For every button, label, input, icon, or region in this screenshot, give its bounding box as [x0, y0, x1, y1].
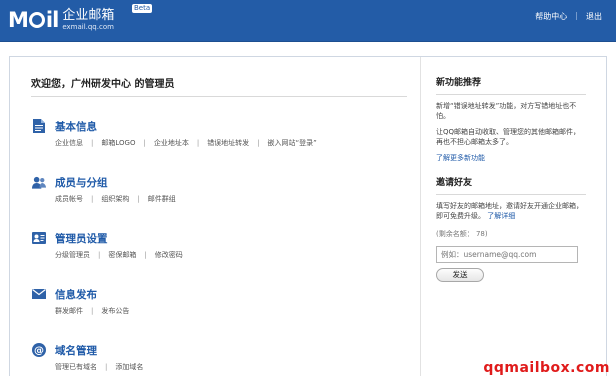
link-mass-mail[interactable]: 群发邮件: [55, 307, 83, 315]
section-head: 成员与分组: [31, 174, 407, 190]
link-embed-login[interactable]: 嵌入网站“登录”: [268, 139, 317, 147]
link-announcement[interactable]: 发布公告: [101, 307, 129, 315]
more-features-link[interactable]: 了解更多新功能: [436, 153, 586, 163]
divider: |: [91, 307, 94, 315]
link-security-email[interactable]: 密保邮箱: [108, 251, 136, 259]
main-panel: 欢迎您，广州研发中心 的管理员 基本信息 企业信息 | 邮箱LOGO | 企业地址本 | 错…: [31, 75, 407, 371]
section-title[interactable]: 基本信息: [55, 119, 97, 134]
section-head: @ 域名管理: [31, 342, 407, 358]
link-change-password[interactable]: 修改密码: [155, 251, 183, 259]
divider: |: [91, 195, 94, 203]
section-publish: 信息发布 群发邮件 | 发布公告: [31, 286, 407, 316]
logo-cn: 企业邮箱: [62, 7, 115, 23]
section-links: 成员帐号 | 组织架构 | 邮件群组: [55, 194, 407, 204]
new-features-box: 新功能推荐 新增“错误地址转发”功能，对方写错地址也不怕。 让QQ邮箱自动收取、…: [436, 75, 586, 163]
link-manage-domains[interactable]: 管理已有域名: [55, 363, 97, 371]
link-mail-groups[interactable]: 邮件群组: [148, 195, 176, 203]
link-address-book[interactable]: 企业地址本: [154, 139, 189, 147]
new-features-title: 新功能推荐: [436, 75, 586, 95]
feature-text-1: 新增“错误地址转发”功能，对方写错地址也不怕。: [436, 102, 577, 120]
section-links: 管理已有域名 | 添加域名: [55, 362, 407, 372]
link-org-structure[interactable]: 组织架构: [101, 195, 129, 203]
side-panel: 新功能推荐 新增“错误地址转发”功能，对方写错地址也不怕。 让QQ邮箱自动收取、…: [420, 57, 607, 376]
remaining-quota: (剩余名额： 78): [436, 230, 488, 238]
link-sub-admins[interactable]: 分级管理员: [55, 251, 90, 259]
document-icon: [32, 119, 46, 133]
help-center-link[interactable]: 帮助中心: [535, 11, 567, 22]
separator: |: [575, 11, 578, 20]
divider: |: [98, 251, 101, 259]
watermark: qqmailbox.com: [483, 360, 610, 376]
invite-email-input[interactable]: [436, 246, 578, 263]
top-header: Mil 企业邮箱 exmail.qq.com Beta 帮助中心 | 退出: [0, 0, 616, 42]
section-head: 基本信息: [31, 118, 407, 134]
welcome-title: 欢迎您，广州研发中心 的管理员: [31, 75, 407, 97]
divider: |: [143, 139, 146, 147]
logo-text: 企业邮箱 exmail.qq.com: [62, 7, 115, 32]
send-button[interactable]: 发送: [436, 268, 484, 282]
logout-link[interactable]: 退出: [586, 11, 602, 22]
invite-friends-box: 邀请好友 填写好友的邮箱地址，邀请好友开通企业邮箱，即可免费升级。 了解详细 (…: [436, 175, 586, 282]
divider: |: [144, 251, 147, 259]
svg-text:@: @: [34, 345, 44, 356]
section-links: 分级管理员 | 密保邮箱 | 修改密码: [55, 250, 407, 260]
at-sign-icon: @: [32, 343, 46, 357]
envelope-icon: [32, 287, 46, 301]
beta-badge: Beta: [132, 4, 153, 13]
section-head: 信息发布: [31, 286, 407, 302]
link-member-accounts[interactable]: 成员帐号: [55, 195, 83, 203]
invite-title: 邀请好友: [436, 175, 586, 195]
divider: |: [196, 139, 200, 147]
divider: |: [105, 363, 108, 371]
divider: |: [137, 195, 140, 203]
link-add-domain[interactable]: 添加域名: [115, 363, 143, 371]
divider: |: [257, 139, 260, 147]
invite-desc: 填写好友的邮箱地址，邀请好友开通企业邮箱，即可免费升级。 了解详细: [436, 201, 586, 221]
section-admin-settings: 管理员设置 分级管理员 | 密保邮箱 | 修改密码: [31, 230, 407, 260]
section-members: 成员与分组 成员帐号 | 组织架构 | 邮件群组: [31, 174, 407, 204]
section-domains: @ 域名管理 管理已有域名 | 添加域名: [31, 342, 407, 372]
id-card-icon: [32, 231, 46, 245]
section-title[interactable]: 信息发布: [55, 287, 97, 302]
section-links: 群发邮件 | 发布公告: [55, 306, 407, 316]
logo[interactable]: Mil 企业邮箱 exmail.qq.com: [8, 5, 114, 35]
logo-mark: Mil: [8, 7, 59, 32]
feature-text-2: 让QQ邮箱自动收取、管理您的其他邮箱邮件，再也不担心邮箱太多了。: [436, 128, 581, 146]
link-company-info[interactable]: 企业信息: [55, 139, 83, 147]
users-icon: [32, 175, 46, 189]
invite-detail-link[interactable]: 了解详细: [487, 212, 515, 220]
link-mailbox-logo[interactable]: 邮箱LOGO: [101, 139, 135, 147]
top-links: 帮助中心 | 退出: [535, 11, 602, 22]
section-title[interactable]: 成员与分组: [55, 175, 108, 190]
section-title[interactable]: 域名管理: [55, 343, 97, 358]
section-links: 企业信息 | 邮箱LOGO | 企业地址本 | 错误地址转发 | 嵌入网站“登录”: [55, 138, 407, 148]
section-title[interactable]: 管理员设置: [55, 231, 108, 246]
divider: |: [91, 139, 94, 147]
logo-domain: exmail.qq.com: [62, 22, 114, 31]
section-basic-info: 基本信息 企业信息 | 邮箱LOGO | 企业地址本 | 错误地址转发 | 嵌入网站“登录”: [31, 118, 407, 148]
link-wrong-address-forward[interactable]: 错误地址转发: [207, 139, 249, 147]
section-head: 管理员设置: [31, 230, 407, 246]
content-frame: 欢迎您，广州研发中心 的管理员 基本信息 企业信息 | 邮箱LOGO | 企业地址本 | 错…: [9, 56, 607, 376]
